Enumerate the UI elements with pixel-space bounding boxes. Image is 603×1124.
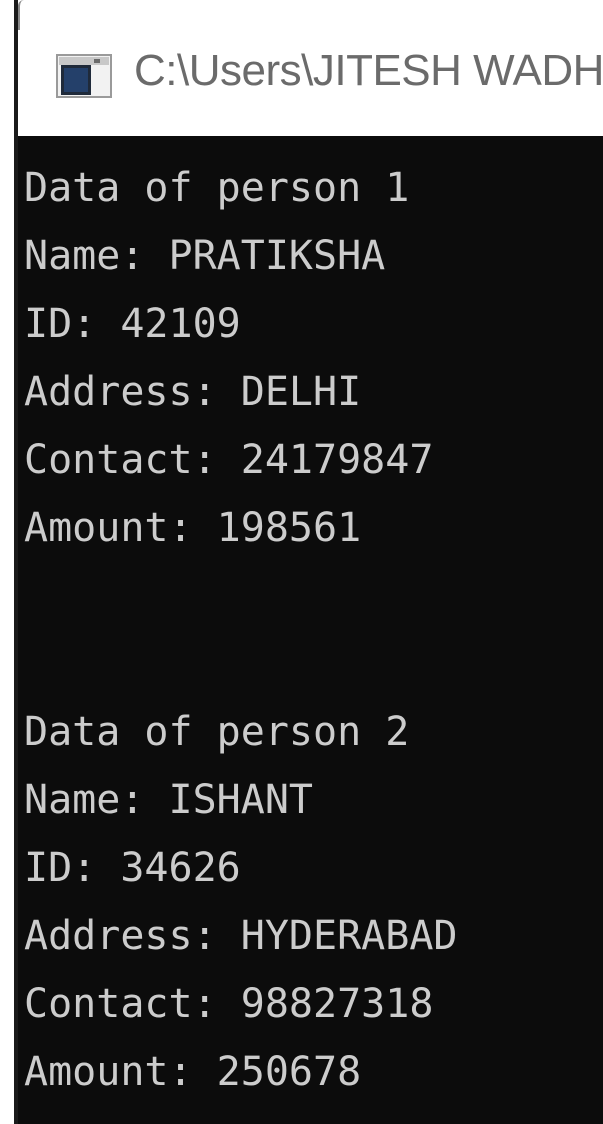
title-bar[interactable]: C:\Users\JITESH WADH [18, 0, 603, 136]
console-line: Contact: 98827318 [24, 981, 434, 1027]
console-line: Name: ISHANT [24, 777, 313, 823]
console-window: C:\Users\JITESH WADH Data of person 1 Na… [0, 0, 603, 1124]
console-lines: Data of person 1 Name: PRATIKSHA ID: 421… [24, 154, 457, 1106]
console-line: Amount: 250678 [24, 1049, 362, 1095]
console-line: Contact: 24179847 [24, 437, 434, 483]
console-line: Data of person 2 [24, 709, 410, 755]
console-line: Amount: 198561 [24, 505, 362, 551]
console-line: Address: DELHI [24, 369, 362, 415]
console-line: Address: HYDERABAD [24, 913, 458, 959]
console-line: ID: 42109 [24, 301, 241, 347]
console-line: Data of person 1 [24, 165, 410, 211]
console-output-area[interactable]: Data of person 1 Name: PRATIKSHA ID: 421… [18, 136, 603, 1124]
window-corner [18, 0, 26, 30]
console-window-icon[interactable] [56, 54, 112, 98]
console-line: ID: 34626 [24, 845, 241, 891]
window-title: C:\Users\JITESH WADH [134, 46, 603, 95]
console-line: Name: PRATIKSHA [24, 233, 386, 279]
